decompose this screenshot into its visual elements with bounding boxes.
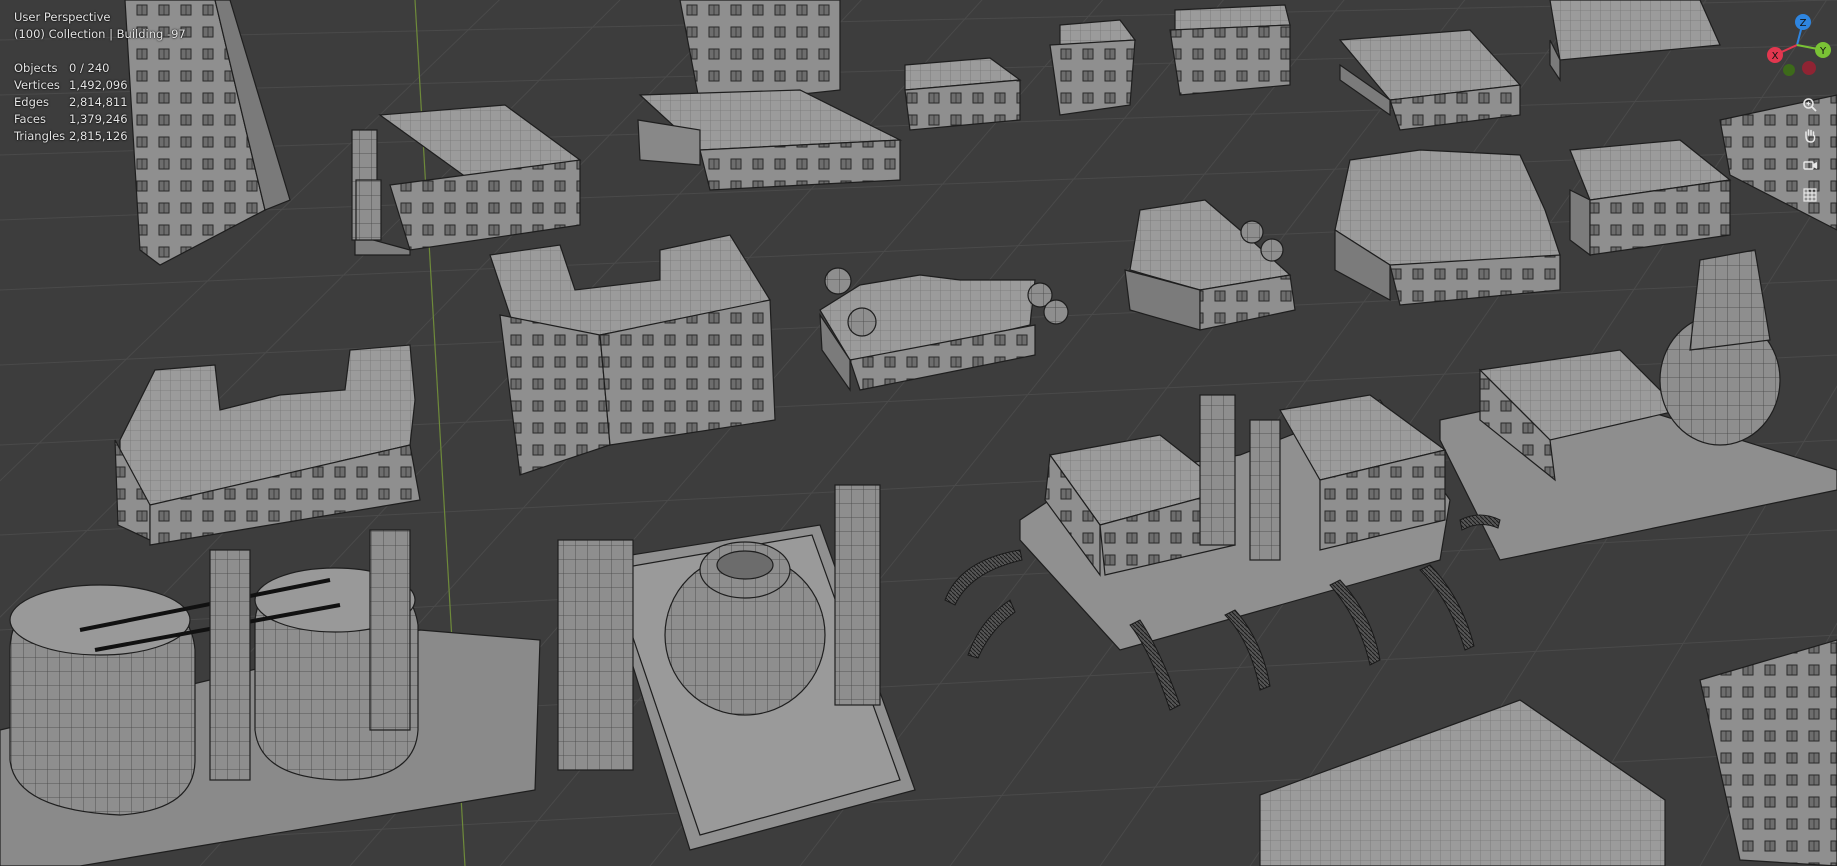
stat-value: 0 / 240 bbox=[69, 61, 110, 75]
stat-objects: Objects 0 / 240 bbox=[14, 60, 186, 77]
stat-label: Vertices bbox=[14, 78, 60, 92]
apartment-block[interactable] bbox=[637, 0, 903, 191]
stat-value: 1,379,246 bbox=[69, 112, 128, 126]
zoom-icon[interactable] bbox=[1797, 92, 1823, 118]
stat-label: Objects bbox=[14, 61, 58, 75]
stat-vertices: Vertices 1,492,096 bbox=[14, 77, 186, 94]
e-shaped-building[interactable] bbox=[489, 234, 776, 476]
stat-triangles: Triangles 2,815,126 bbox=[14, 128, 186, 145]
y-axis-label: Y bbox=[1819, 46, 1827, 57]
3d-viewport[interactable] bbox=[0, 0, 1837, 866]
stat-label: Triangles bbox=[14, 129, 66, 143]
x-axis-label: X bbox=[1772, 51, 1779, 62]
viewport-info-overlay: User Perspective (100) Collection | Buil… bbox=[14, 9, 186, 145]
campus-building[interactable] bbox=[1334, 149, 1561, 306]
camera-icon[interactable] bbox=[1797, 152, 1823, 178]
twin-tanks[interactable] bbox=[0, 529, 541, 866]
stat-label: Faces bbox=[14, 112, 46, 126]
l-shaped-office[interactable] bbox=[819, 267, 1069, 392]
dome-tank[interactable] bbox=[557, 484, 916, 851]
axis-gizmo[interactable]: Z X Y bbox=[1727, 0, 1837, 80]
two-storey-office[interactable] bbox=[1124, 199, 1296, 331]
chimney-plant[interactable] bbox=[1439, 249, 1837, 561]
rooftop-plant[interactable] bbox=[1338, 29, 1522, 131]
corner-office[interactable] bbox=[1049, 19, 1137, 116]
hand-icon[interactable] bbox=[1797, 122, 1823, 148]
top-right-block[interactable] bbox=[1549, 0, 1721, 82]
small-office[interactable] bbox=[904, 57, 1022, 131]
stat-value: 1,492,096 bbox=[69, 78, 128, 92]
navigation-gizmo-area: Z X Y bbox=[1727, 0, 1837, 240]
h-shaped-building[interactable] bbox=[114, 344, 421, 546]
z-axis-label: Z bbox=[1800, 18, 1807, 29]
neg-x-handle[interactable] bbox=[1802, 61, 1816, 75]
stat-value: 2,814,811 bbox=[69, 95, 128, 109]
neg-y-handle[interactable] bbox=[1783, 64, 1795, 76]
brick-townhouse[interactable] bbox=[1169, 4, 1291, 96]
stat-label: Edges bbox=[14, 95, 49, 109]
scene-statistics: Objects 0 / 240 Vertices 1,492,096 Edges… bbox=[14, 60, 186, 145]
stat-faces: Faces 1,379,246 bbox=[14, 111, 186, 128]
view-name: User Perspective bbox=[14, 10, 111, 24]
office-block-right[interactable] bbox=[1569, 139, 1732, 257]
grid-icon[interactable] bbox=[1797, 182, 1823, 208]
stat-edges: Edges 2,814,811 bbox=[14, 94, 186, 111]
stat-value: 2,815,126 bbox=[69, 129, 128, 143]
view-context: (100) Collection | Building -97 bbox=[14, 27, 186, 41]
bottom-right-building[interactable] bbox=[1259, 639, 1837, 866]
